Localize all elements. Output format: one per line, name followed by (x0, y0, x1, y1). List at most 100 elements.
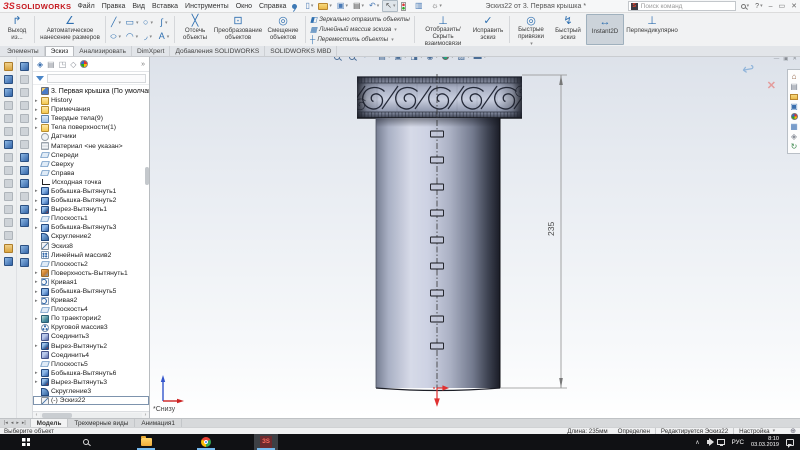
fillet-icon[interactable]: ◞ ▾ (140, 30, 156, 44)
tree-item[interactable]: ▸ Соединить3 (33, 332, 149, 341)
tab-scroll-buttons[interactable]: |◂ ◂ ▸ ▸| (0, 419, 31, 427)
tree-item[interactable]: ▸ History (33, 96, 149, 105)
tool-icon[interactable] (18, 151, 31, 164)
rapid-sketch-button[interactable]: ↯ Быстрый эскиз (550, 14, 586, 45)
featuremanager-tab-icon[interactable]: ◈ (37, 60, 43, 69)
tool-icon[interactable] (2, 138, 15, 151)
tree-filter-input[interactable] (47, 74, 146, 83)
tool-icon[interactable] (18, 243, 31, 256)
scroll-thumb[interactable] (42, 413, 72, 418)
file-explorer-icon[interactable] (134, 434, 158, 450)
tree-item[interactable]: ▸ Соединить4 (33, 351, 149, 360)
command-tab[interactable]: Элементы (2, 46, 45, 56)
command-tab[interactable]: DimXpert (132, 46, 170, 56)
tree-item[interactable]: ▸ Исходная точка (33, 178, 149, 187)
tool-icon[interactable] (18, 112, 31, 125)
action-center-icon[interactable] (786, 439, 794, 446)
tree-item[interactable]: ▸ Плоскость4 (33, 305, 149, 314)
tree-item[interactable]: ▸ (-) Эскиз22 (33, 396, 149, 405)
tree-item[interactable]: ▸ Линейный массив2 (33, 251, 149, 260)
tool-icon[interactable] (2, 151, 15, 164)
tree-item[interactable]: ▸ Тела поверхности(1) (33, 123, 149, 132)
hide-show-items-icon[interactable]: ◉ ▾ (425, 57, 439, 61)
print-icon[interactable]: ▤ ▾ (351, 0, 366, 12)
display-relations-button[interactable]: ⊥ Отобразить/Скрыть взаимосвязи ▾ (417, 14, 469, 45)
previous-view-icon[interactable]: ↶ ▾ (362, 57, 375, 61)
exit-sketch-button[interactable]: ↱ Выход из... (2, 14, 32, 45)
arc-icon[interactable]: ◠ ▾ (124, 30, 140, 44)
ellipse-icon[interactable]: ○ ▾ (108, 30, 124, 44)
tool-icon[interactable] (18, 60, 31, 73)
menu-item[interactable]: Окно (236, 3, 252, 10)
tree-item[interactable]: ▸ Поверхность-Вытянуть1 (33, 269, 149, 278)
select-cursor-icon[interactable]: ↖ ▾ (382, 0, 398, 12)
taskbar-search-icon[interactable] (74, 434, 98, 450)
rectangle-icon[interactable]: ▭ ▾ (124, 16, 140, 30)
tree-item[interactable]: ▸ Вырез-Вытянуть1 (33, 205, 149, 214)
view-settings-icon[interactable]: ▬ ▾ (473, 57, 488, 61)
clock[interactable]: 8:10 03.03.2019 (751, 436, 779, 449)
convert-entities-button[interactable]: ⊡ Преобразование объектов (213, 14, 263, 45)
tool-icon[interactable] (2, 60, 15, 73)
zoom-area-icon[interactable]: ▾ (348, 57, 361, 60)
tool-icon[interactable] (18, 86, 31, 99)
solidworks-app-icon[interactable]: ЗS (254, 434, 278, 450)
normal-to-button[interactable]: ⊥ Перпендикулярно (624, 14, 680, 45)
tree-item[interactable]: ▸ Бобышка-Вытянуть1 (33, 187, 149, 196)
search-icon[interactable] (741, 4, 746, 9)
rebuild-icon[interactable]: ▾ (399, 0, 412, 12)
command-tab[interactable]: Добавления SOLIDWORKS (170, 46, 265, 56)
open-folder-icon[interactable]: ▾ (316, 0, 334, 12)
propertymanager-tab-icon[interactable]: ▤ (47, 60, 55, 69)
tool-icon[interactable] (2, 125, 15, 138)
undo-icon[interactable]: ↶ ▾ (367, 0, 381, 12)
model-tab[interactable]: Трехмерные виды (68, 419, 135, 427)
zoom-fit-icon[interactable]: ▾ (333, 57, 346, 60)
model-tab[interactable]: Модель (31, 419, 69, 427)
tree-horizontal-scrollbar[interactable]: ‹ › (33, 411, 149, 418)
menu-item[interactable]: Вид (132, 3, 145, 10)
section-view-icon[interactable]: ▤ ▾ (377, 57, 391, 61)
close-button[interactable]: ✕ (791, 3, 797, 10)
tool-icon[interactable] (2, 112, 15, 125)
menu-item[interactable]: Справка (259, 3, 286, 10)
model-tab[interactable]: Анимация1 (135, 419, 182, 427)
mirror-entities-button[interactable]: ◧ Зеркально отразить объекты (310, 15, 410, 24)
displaymanager-tab-icon[interactable] (80, 60, 88, 68)
smart-dimension-button[interactable]: ∠ Автоматическое нанесение размеров (37, 14, 103, 45)
chrome-icon[interactable] (194, 434, 218, 450)
instant2d-button[interactable]: ↔ Instant2D (586, 14, 624, 45)
command-tab[interactable]: SOLIDWORKS MBD (265, 46, 337, 56)
tool-icon[interactable] (2, 229, 15, 242)
tool-icon[interactable] (18, 125, 31, 138)
tool-icon[interactable] (2, 190, 15, 203)
line-icon[interactable]: ╱ ▾ (108, 16, 124, 30)
pane-expand-icon[interactable]: » (141, 61, 145, 68)
tree-item[interactable]: ▸ Эскиз8 (33, 242, 149, 251)
tree-item[interactable]: ▸ Скругление3 (33, 387, 149, 396)
tool-icon[interactable] (2, 86, 15, 99)
graphics-viewport[interactable]: ▾ ▾ ↶ ▾ ▤ ▾ (150, 57, 800, 418)
tree-item[interactable]: ▸ Кривая1 (33, 278, 149, 287)
tool-icon[interactable] (2, 255, 15, 268)
tool-icon[interactable] (18, 99, 31, 112)
tree-item[interactable]: ▸ По траектории2 (33, 314, 149, 323)
tree-item[interactable]: ▸ Кривая2 (33, 296, 149, 305)
repair-sketch-button[interactable]: ✓ Исправить эскиз (469, 14, 507, 45)
tree-item[interactable]: ▸ Бобышка-Вытянуть3 (33, 223, 149, 232)
tree-item[interactable]: ▸ Справа (33, 169, 149, 178)
apply-scene-icon[interactable]: ▨ ▾ (457, 57, 471, 61)
command-tab[interactable]: Анализировать (74, 46, 132, 56)
edit-appearance-icon[interactable]: ▾ (441, 57, 455, 60)
tray-expand-icon[interactable]: ∧ (695, 439, 699, 446)
tree-item[interactable]: ▸ Скругление2 (33, 232, 149, 241)
tool-icon[interactable] (18, 177, 31, 190)
start-button-icon[interactable] (14, 434, 38, 450)
tree-item[interactable]: ▸ Плоскость2 (33, 260, 149, 269)
scroll-last-icon[interactable]: ▸| (21, 420, 27, 426)
move-entities-button[interactable]: ┼ Переместить объекты ▾ (310, 35, 410, 44)
tool-icon[interactable] (18, 203, 31, 216)
circle-icon[interactable]: ○ ▾ (140, 16, 156, 30)
tree-item[interactable]: ▸ Спереди (33, 151, 149, 160)
menu-item[interactable]: Правка (102, 3, 126, 10)
